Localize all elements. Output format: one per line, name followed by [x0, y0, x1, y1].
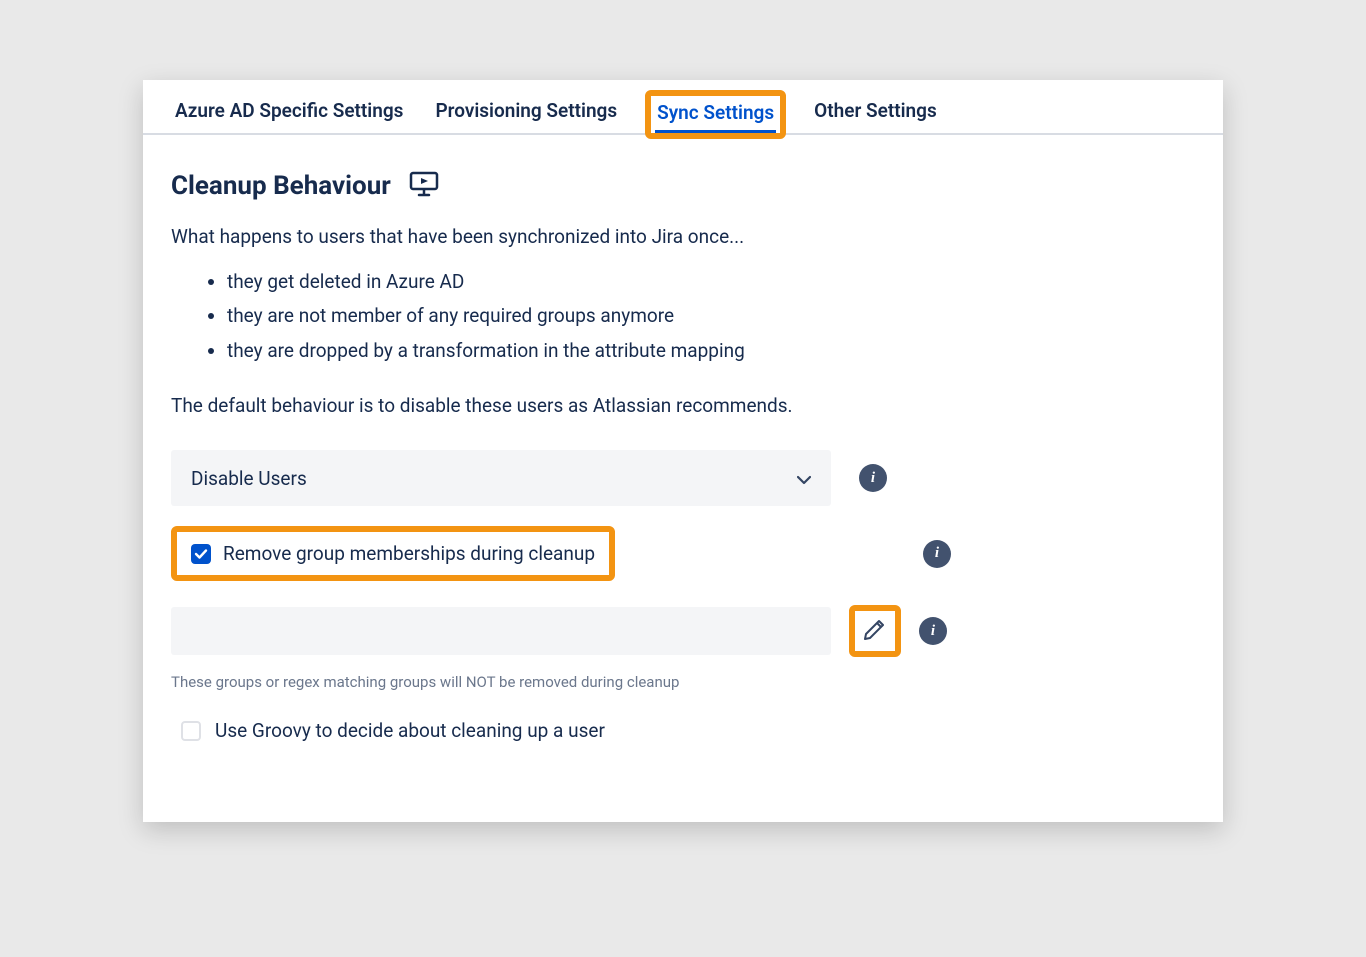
highlight-remove-groups: Remove group memberships during cleanup: [171, 526, 615, 581]
settings-panel: Azure AD Specific Settings Provisioning …: [143, 80, 1223, 822]
bullet-item: they are dropped by a transformation in …: [227, 334, 1195, 368]
pencil-icon[interactable]: [862, 616, 888, 646]
tab-bar: Azure AD Specific Settings Provisioning …: [143, 80, 1223, 135]
groovy-label: Use Groovy to decide about cleaning up a…: [215, 719, 605, 742]
remove-groups-checkbox[interactable]: [191, 544, 211, 564]
info-icon[interactable]: i: [923, 540, 951, 568]
groovy-row: Use Groovy to decide about cleaning up a…: [171, 719, 1195, 742]
tab-azure-ad-specific[interactable]: Azure AD Specific Settings: [171, 94, 407, 133]
section-header: Cleanup Behaviour: [171, 171, 1195, 201]
tab-provisioning-settings[interactable]: Provisioning Settings: [431, 94, 621, 133]
tab-other-settings[interactable]: Other Settings: [810, 94, 941, 133]
highlight-edit-button: [849, 605, 901, 657]
bullet-item: they are not member of any required grou…: [227, 299, 1195, 333]
highlight-sync-tab: Sync Settings: [645, 90, 786, 139]
info-icon[interactable]: i: [919, 617, 947, 645]
default-note: The default behaviour is to disable thes…: [171, 392, 1195, 421]
cleanup-action-row: Disable Users i: [171, 450, 1195, 506]
cleanup-action-select[interactable]: Disable Users: [171, 450, 831, 506]
section-title: Cleanup Behaviour: [171, 171, 391, 201]
intro-text: What happens to users that have been syn…: [171, 223, 1195, 252]
groovy-checkbox[interactable]: [181, 721, 201, 741]
exclude-groups-helper: These groups or regex matching groups wi…: [171, 673, 1195, 691]
remove-groups-row: Remove group memberships during cleanup …: [171, 526, 951, 581]
presentation-icon[interactable]: [409, 171, 439, 201]
remove-groups-label: Remove group memberships during cleanup: [223, 542, 595, 565]
select-value: Disable Users: [191, 467, 307, 490]
content-area: Cleanup Behaviour What happens to users …: [143, 135, 1223, 823]
bullet-item: they get deleted in Azure AD: [227, 265, 1195, 299]
info-icon[interactable]: i: [859, 464, 887, 492]
exclude-groups-row: i: [171, 605, 1195, 657]
tab-sync-settings[interactable]: Sync Settings: [655, 96, 776, 133]
chevron-down-icon: [797, 467, 811, 490]
exclude-groups-input[interactable]: [171, 607, 831, 655]
intro-bullets: they get deleted in Azure AD they are no…: [171, 265, 1195, 368]
